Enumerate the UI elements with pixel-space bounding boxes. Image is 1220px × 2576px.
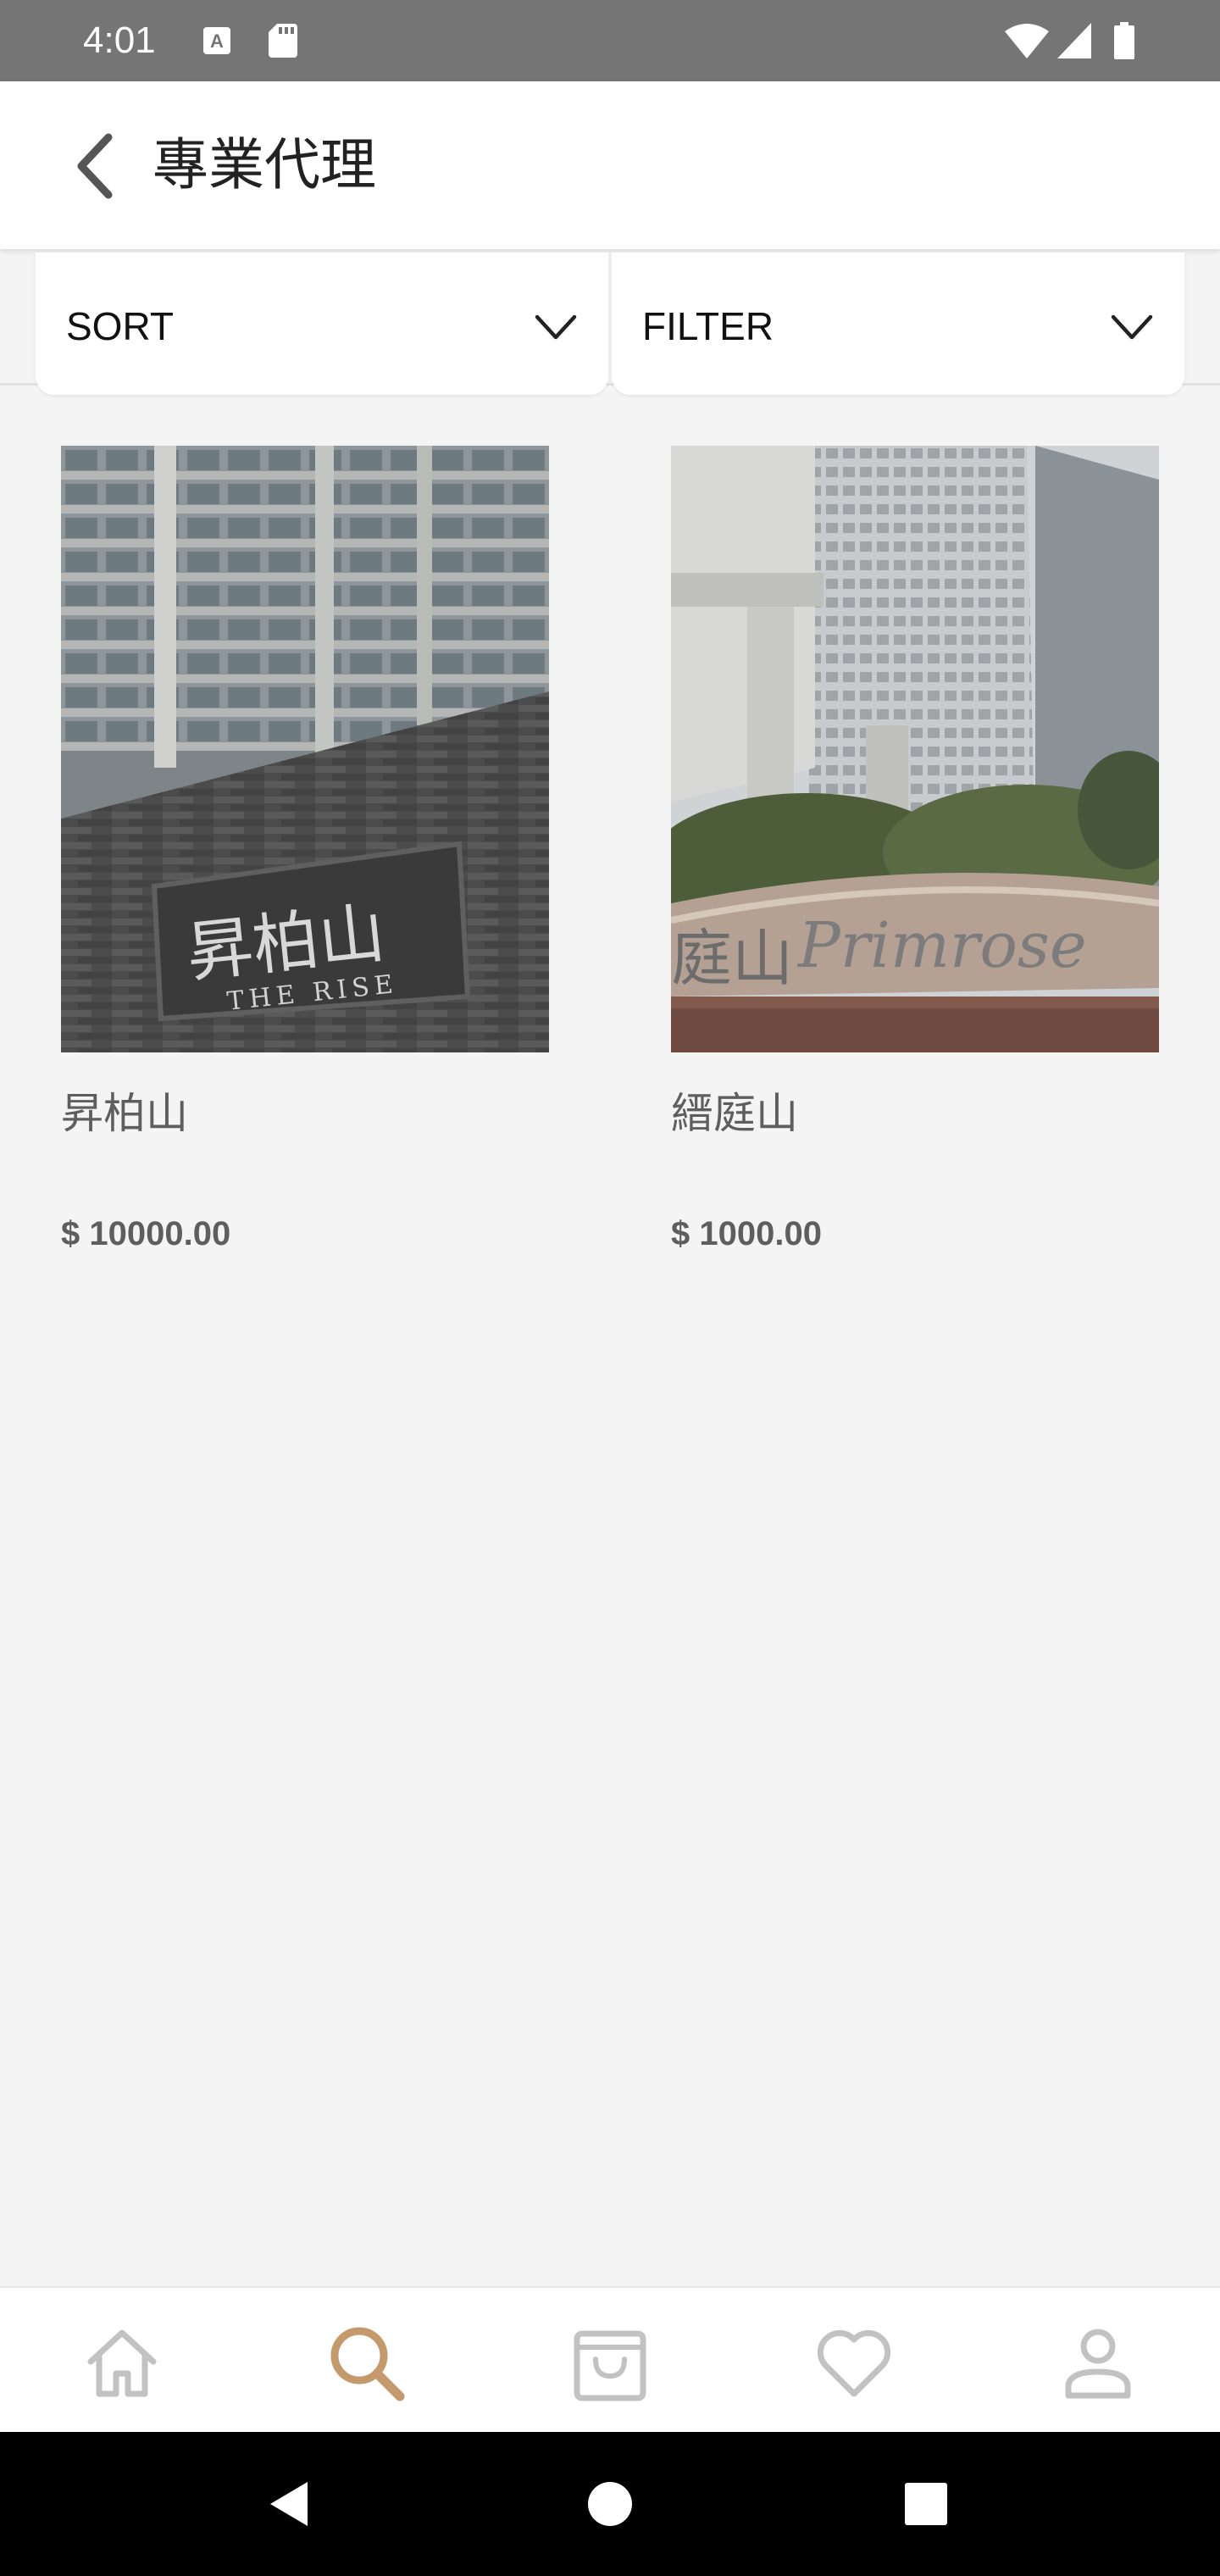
nav-cart[interactable] — [569, 2322, 651, 2403]
product-name[interactable]: 昇柏山 — [61, 1088, 549, 1139]
home-icon — [87, 2329, 157, 2397]
square-recents-icon — [905, 2483, 947, 2525]
system-nav-bar — [0, 2432, 1220, 2576]
back-chevron-icon — [77, 133, 113, 199]
nav-wishlist[interactable] — [813, 2322, 895, 2403]
search-icon — [330, 2327, 405, 2401]
product-image[interactable]: 庭山 Primrose — [671, 446, 1159, 1052]
circle-home-icon — [588, 2482, 632, 2526]
nav-profile[interactable] — [1057, 2322, 1139, 2403]
product-card[interactable]: 昇柏山 THE RISE 昇柏山 $ 10000.00 — [61, 446, 549, 1254]
system-back-button[interactable] — [259, 2474, 319, 2534]
back-button[interactable] — [61, 129, 129, 203]
battery-icon — [1112, 20, 1137, 61]
status-time: 4:01 — [83, 19, 156, 61]
image-sign-text: 庭山 — [671, 923, 793, 994]
product-image[interactable]: 昇柏山 THE RISE — [61, 446, 549, 1052]
sort-label: SORT — [66, 304, 174, 348]
product-price: $ 10000.00 — [61, 1215, 231, 1252]
sort-dropdown[interactable]: SORT — [36, 253, 608, 395]
heart-icon — [817, 2329, 891, 2397]
system-recents-button[interactable] — [896, 2474, 956, 2534]
page-title: 專業代理 — [152, 133, 376, 196]
product-name[interactable]: 縉庭山 — [671, 1088, 1159, 1139]
system-home-button[interactable] — [580, 2474, 640, 2534]
filter-dropdown[interactable]: FILTER — [612, 253, 1184, 395]
nav-search[interactable] — [325, 2322, 407, 2403]
image-sign-subtext: Primrose — [796, 909, 1087, 982]
filter-label: FILTER — [642, 304, 774, 348]
wifi-icon — [1003, 20, 1051, 61]
app-bar: 專業代理 — [0, 81, 1220, 249]
product-price: $ 1000.00 — [671, 1215, 822, 1252]
shopping-bag-icon — [574, 2330, 646, 2401]
profile-icon — [1065, 2329, 1131, 2399]
product-card[interactable]: 庭山 Primrose 縉庭山 $ 1000.00 — [671, 446, 1159, 1254]
keyboard-a-icon: A — [200, 20, 234, 61]
sd-card-icon — [266, 20, 300, 61]
triangle-back-icon — [270, 2482, 308, 2526]
chevron-down-icon — [535, 314, 577, 340]
bottom-nav — [0, 2286, 1220, 2434]
chevron-down-icon — [1111, 314, 1153, 340]
nav-home[interactable] — [81, 2322, 163, 2403]
signal-icon — [1056, 20, 1093, 61]
status-bar: 4:01 A — [0, 0, 1220, 81]
svg-text:A: A — [210, 31, 224, 52]
